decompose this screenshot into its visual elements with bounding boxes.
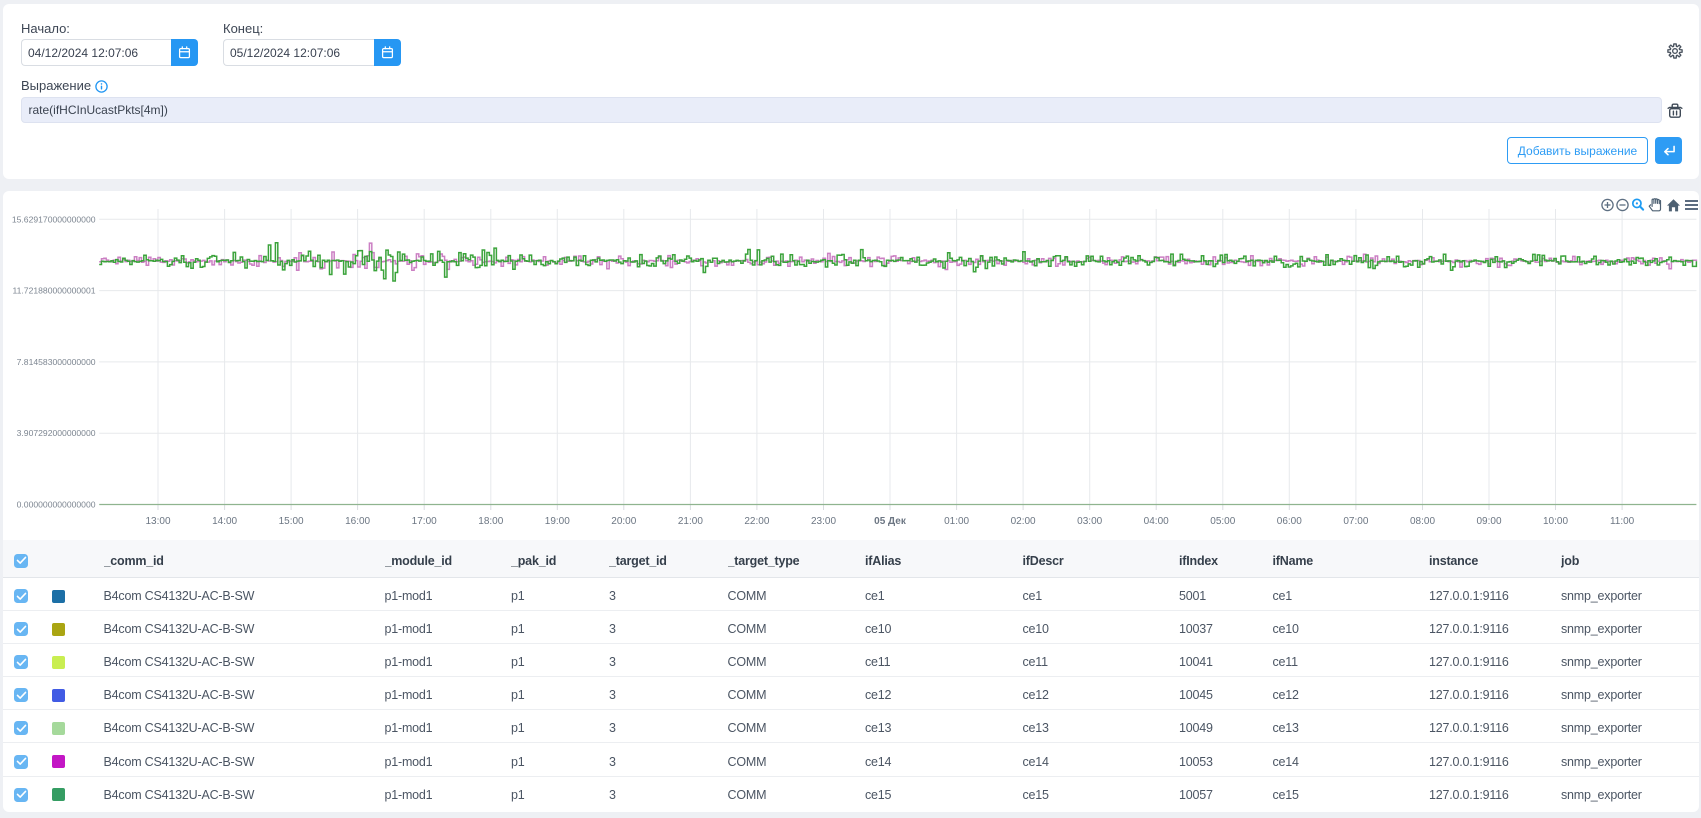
svg-text:01:00: 01:00 [944,516,969,527]
svg-text:06:00: 06:00 [1276,516,1301,527]
svg-text:3.907292000000000: 3.907292000000000 [16,428,95,438]
svg-text:05 Дек: 05 Дек [874,516,907,527]
svg-text:15:00: 15:00 [278,516,303,527]
svg-text:18:00: 18:00 [478,516,503,527]
svg-text:08:00: 08:00 [1409,516,1434,527]
svg-text:17:00: 17:00 [411,516,436,527]
svg-text:09:00: 09:00 [1476,516,1501,527]
svg-text:0.000000000000000: 0.000000000000000 [16,499,95,509]
svg-text:11:00: 11:00 [1609,516,1634,527]
svg-text:02:00: 02:00 [1010,516,1035,527]
svg-text:13:00: 13:00 [145,516,170,527]
svg-text:20:00: 20:00 [611,516,636,527]
svg-text:14:00: 14:00 [212,516,237,527]
svg-text:07:00: 07:00 [1343,516,1368,527]
svg-text:16:00: 16:00 [345,516,370,527]
svg-text:7.814583000000000: 7.814583000000000 [16,356,95,366]
svg-text:03:00: 03:00 [1077,516,1102,527]
svg-text:23:00: 23:00 [810,516,835,527]
svg-text:11.721880000000001: 11.721880000000001 [12,285,95,295]
svg-text:10:00: 10:00 [1542,516,1567,527]
svg-text:04:00: 04:00 [1143,516,1168,527]
svg-text:05:00: 05:00 [1210,516,1235,527]
svg-text:22:00: 22:00 [744,516,769,527]
svg-text:19:00: 19:00 [544,516,569,527]
svg-text:15.629170000000000: 15.629170000000000 [11,214,95,224]
svg-text:21:00: 21:00 [677,516,702,527]
